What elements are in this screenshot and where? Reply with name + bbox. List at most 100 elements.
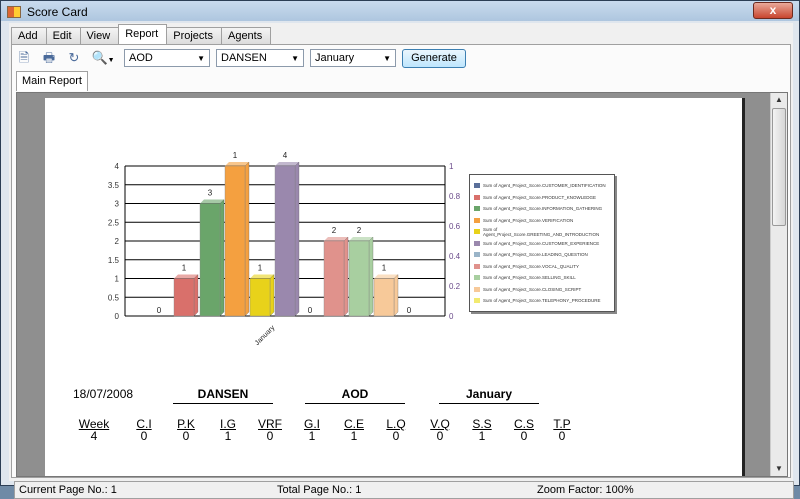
data-label: 0	[407, 306, 412, 315]
bar	[199, 203, 221, 317]
bar-side	[244, 161, 250, 317]
legend-label: Sum of Agent_Project_Score.PRODUCT_KNOWL…	[483, 194, 597, 200]
report-agent: DANSEN	[173, 387, 273, 404]
table-column: P.K 0	[169, 417, 203, 442]
title-bar: Score Card x	[1, 1, 799, 23]
cell-value: 1	[478, 429, 486, 443]
legend-swatch	[474, 229, 480, 235]
cell-value: 1	[224, 429, 232, 443]
bar	[173, 278, 195, 317]
close-button[interactable]: x	[753, 2, 793, 19]
cell-value: 1	[308, 429, 316, 443]
table-column: G.I 1	[295, 417, 329, 442]
y2-tick-label: 0.2	[449, 282, 461, 291]
vertical-scrollbar[interactable]: ▲ ▼	[770, 93, 787, 476]
legend-label: Sum of Agent_Project_Score.VOCAL_QUALITY	[483, 263, 580, 269]
legend-item: Sum of Agent_Project_Score.VERIFICATION	[474, 215, 610, 227]
cell-value: 0	[558, 429, 566, 443]
legend-swatch	[474, 298, 480, 304]
scroll-up-icon[interactable]: ▲	[771, 93, 787, 107]
scroll-thumb[interactable]	[772, 108, 786, 226]
y-tick-label: 2	[115, 237, 120, 246]
main-tabs: Add Edit View Report Projects Agents	[11, 24, 272, 44]
report-month: January	[439, 387, 539, 404]
table-column: VRF 0	[253, 417, 287, 442]
tab-main-report[interactable]: Main Report	[16, 71, 88, 91]
bar-side	[368, 236, 374, 317]
chevron-down-icon: ▼	[291, 53, 299, 63]
chart-legend: Sum of Agent_Project_Score.CUSTOMER_IDEN…	[469, 174, 615, 312]
tab-report[interactable]: Report	[118, 24, 168, 44]
legend-label: Sum of Agent_Project_Score.INFORMATION_G…	[483, 206, 603, 212]
app-icon	[7, 6, 21, 18]
y2-tick-label: 0.4	[449, 252, 461, 261]
y-tick-label: 2.5	[108, 218, 120, 227]
legend-swatch	[474, 194, 480, 200]
y-tick-label: 3	[115, 200, 120, 209]
bar	[274, 165, 296, 317]
legend-label: Sum of Agent_Project_Score.CUSTOMER_EXPE…	[483, 240, 600, 246]
legend-swatch	[474, 252, 480, 258]
legend-label: Sum of Agent_Project_Score.CUSTOMER_IDEN…	[483, 183, 606, 189]
bar-side	[193, 274, 199, 317]
legend-swatch	[474, 275, 480, 281]
data-label: 3	[208, 189, 213, 198]
scroll-down-icon[interactable]: ▼	[771, 462, 787, 476]
bar	[224, 165, 246, 317]
chevron-down-icon: ▼	[383, 53, 391, 63]
cell-value: 0	[182, 429, 190, 443]
generate-button[interactable]: Generate	[402, 48, 466, 68]
agent-value: DANSEN	[221, 52, 267, 64]
month-value: January	[315, 52, 355, 64]
cell-value: 1	[350, 429, 358, 443]
cell-value: 0	[140, 429, 148, 443]
tab-agents[interactable]: Agents	[220, 27, 272, 44]
export-icon[interactable]: 🗎	[16, 50, 32, 66]
data-label: 1	[382, 264, 387, 273]
status-bar: Current Page No.: 1 Total Page No.: 1 Zo…	[14, 481, 794, 499]
y-tick-label: 3.5	[108, 181, 120, 190]
legend-item: Sum of Agent_Project_Score.INFORMATION_G…	[474, 203, 610, 215]
bar-side	[343, 236, 349, 317]
data-label: 1	[182, 264, 187, 273]
bar	[249, 278, 271, 317]
x-tick-label: January	[254, 324, 277, 347]
legend-swatch	[474, 240, 480, 246]
report-department: AOD	[305, 387, 405, 404]
bar	[348, 240, 370, 317]
legend-item: Sum of Agent_Project_Score.VOCAL_QUALITY	[474, 261, 610, 273]
report-panel: 🗎 🖶 ↻ 🔍▼ AOD ▼ DANSEN ▼ January ▼ Generate …	[11, 44, 794, 499]
legend-label: Sum of Agent_Project_Score.CLOSING_SCRIP…	[483, 286, 582, 292]
y-tick-label: 1.5	[108, 256, 120, 265]
data-label: 0	[308, 306, 313, 315]
y-tick-label: 0	[115, 312, 120, 321]
month-combo[interactable]: January ▼	[310, 49, 396, 67]
legend-swatch	[474, 217, 480, 223]
tab-projects[interactable]: Projects	[166, 27, 222, 44]
agent-combo[interactable]: DANSEN ▼	[216, 49, 304, 67]
legend-swatch	[474, 206, 480, 212]
y-tick-label: 1	[115, 275, 120, 284]
report-page: 0 0.5 1 1.5 2 2.5 3 3.5 4 0 0.2 0.4 0.6 0.8 1 0 1 3 1 1 4 0 2 2…	[45, 98, 745, 476]
department-combo[interactable]: AOD ▼	[124, 49, 210, 67]
tab-edit[interactable]: Edit	[45, 27, 81, 44]
legend-swatch	[474, 286, 480, 292]
refresh-icon[interactable]: ↻	[66, 50, 82, 66]
table-column: C.S 0	[507, 417, 541, 442]
print-icon[interactable]: 🖶	[41, 50, 57, 66]
legend-item: Sum of Agent_Project_Score.GREETING_AND_…	[474, 226, 610, 238]
department-value: AOD	[129, 52, 153, 64]
bar-side	[393, 274, 399, 317]
y2-tick-label: 0.8	[449, 192, 461, 201]
legend-item: Sum of Agent_Project_Score.CLOSING_SCRIP…	[474, 284, 610, 296]
table-column: T.P 0	[545, 417, 579, 442]
tab-view[interactable]: View	[79, 27, 120, 44]
legend-label: Sum of Agent_Project_Score.LEADING_QUEST…	[483, 252, 588, 258]
legend-item: Sum of Agent_Project_Score.CUSTOMER_EXPE…	[474, 238, 610, 250]
y2-tick-label: 0	[449, 312, 454, 321]
zoom-icon[interactable]: 🔍▼	[91, 50, 115, 66]
legend-label: Sum of Agent_Project_Score.VERIFICATION	[483, 217, 574, 223]
legend-label: Sum of Agent_Project_Score.GREETING_AND_…	[483, 226, 600, 237]
table-column: S.S 1	[465, 417, 499, 442]
tab-add[interactable]: Add	[11, 27, 47, 44]
